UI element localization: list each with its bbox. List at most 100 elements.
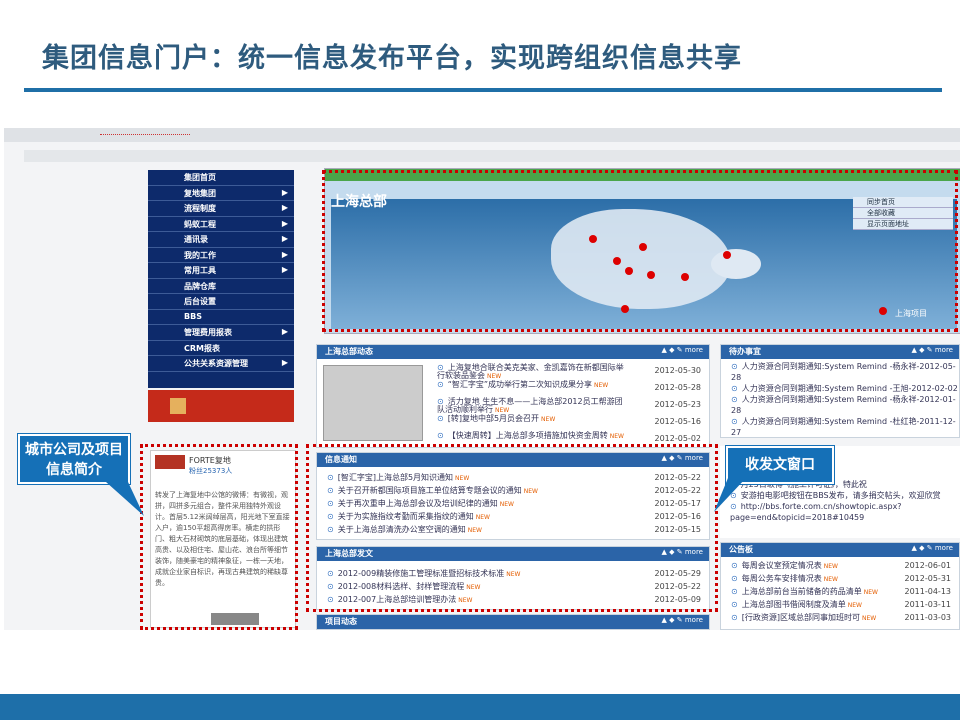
bullet-icon: ⊙ xyxy=(731,574,738,583)
sidebar-item[interactable]: 复地集团 ▶ xyxy=(148,186,294,201)
panel-title: 项目动态 xyxy=(325,617,357,626)
panel-dynamic: 上海总部动态 ▲ ◆ ✎ more ⊙ 上海复地合联合美克美家、金凯嘉饰在新都国际举… xyxy=(316,344,710,448)
red-banner-button[interactable] xyxy=(148,390,294,422)
sidebar-item[interactable]: BBS xyxy=(148,310,294,325)
list-item[interactable]: ⊙ 活力复地 生生不息——上海总部2012员工帮游团队活动顺利举行 NEW 2012-… xyxy=(427,397,709,414)
list-item[interactable]: ⊙ 上海总部前台当前储备的药品清单 NEW 2011-04-13 xyxy=(721,585,959,598)
bullet-icon: ⊙ xyxy=(731,384,738,393)
item-text: 活力复地 生生不息——上海总部2012员工帮游团队活动顺利举行 xyxy=(437,397,623,414)
bullet-icon: ⊙ xyxy=(731,362,738,371)
highlight-docs xyxy=(306,444,718,612)
list-item[interactable]: ⊙ [转]复地中部5月员会召开 NEW 2012-05-16 xyxy=(427,414,709,431)
sidebar-item[interactable]: 流程制度 ▶ xyxy=(148,201,294,217)
sidebar-item[interactable]: 常用工具 ▶ xyxy=(148,263,294,279)
item-date: 2011-04-13 xyxy=(900,585,951,598)
list-item[interactable]: ⊙ 每周会议室预定情况表 NEW 2012-06-01 xyxy=(721,559,959,572)
more-link[interactable]: ▲ ◆ ✎ more xyxy=(662,346,703,354)
second-band xyxy=(24,150,960,162)
logo-icon xyxy=(170,398,186,414)
sidebar-item[interactable]: 我的工作 ▶ xyxy=(148,248,294,263)
sidebar-item-label: 蚂蚁工程 xyxy=(184,219,216,229)
chevron-right-icon: ▶ xyxy=(281,265,288,274)
todo-list: ⊙ 人力资源合同到期通知:System Remind -杨永祥-2012-05-2… xyxy=(721,359,959,437)
chevron-right-icon: ▶ xyxy=(281,327,288,336)
new-badge-icon: NEW xyxy=(541,416,556,423)
list-item[interactable]: ⊙ 人力资源合同到期通知:System Remind -杨永祥-2012-01-2… xyxy=(721,394,959,416)
sidebar-nav: 集团首页 复地集团 ▶ 流程制度 ▶ 蚂蚁工程 ▶ 通讯录 ▶ 我的工作 ▶ 常用工具 ▶ 品牌仓库 后台设… xyxy=(148,170,294,388)
chevron-right-icon: ▶ xyxy=(281,358,288,367)
list-item[interactable]: ⊙ 每周公务车安排情况表 NEW 2012-05-31 xyxy=(721,572,959,585)
item-text: [行政资源]区域总部同事加班时可 xyxy=(741,613,860,622)
panel-todo: 待办事宜 ▲ ◆ ✎ more ⊙ 人力资源合同到期通知:System Remind… xyxy=(720,344,960,438)
sidebar-item-label: 管理费用报表 xyxy=(184,328,232,337)
new-badge-icon: NEW xyxy=(487,373,502,380)
list-item[interactable]: ⊙ [行政资源]区域总部同事加班时可 NEW 2011-03-03 xyxy=(721,611,959,624)
bullet-icon: ⊙ xyxy=(437,380,444,389)
list-item[interactable]: ⊙ 人力资源合同到期通知:System Remind -杜红艳-2011-12-2… xyxy=(721,416,959,437)
panel-header: 待办事宜 ▲ ◆ ✎ more xyxy=(721,345,959,359)
new-badge-icon: NEW xyxy=(863,589,878,596)
more-link[interactable]: ▲ ◆ ✎ more xyxy=(912,346,953,354)
new-badge-icon: NEW xyxy=(823,563,838,570)
chevron-right-icon: ▶ xyxy=(281,187,288,197)
sidebar-item[interactable]: 蚂蚁工程 ▶ xyxy=(148,217,294,232)
sidebar-item-label: 后台设置 xyxy=(184,297,216,306)
sidebar-item[interactable]: 集团首页 xyxy=(148,170,294,186)
item-text: 人力资源合同到期通知:System Remind -王旭-2012-02-02 xyxy=(741,384,958,393)
sidebar-item[interactable]: 后台设置 xyxy=(148,294,294,310)
item-text: 人力资源合同到期通知:System Remind -杨永祥-2012-01-28 xyxy=(731,395,956,415)
sidebar-item[interactable]: CRM报表 xyxy=(148,341,294,356)
item-date: 2011-03-03 xyxy=(900,611,951,624)
new-badge-icon: NEW xyxy=(847,602,862,609)
sidebar-item-label: 我的工作 xyxy=(184,250,216,260)
list-item[interactable]: ⊙ 人力资源合同到期通知:System Remind -王旭-2012-02-02 xyxy=(721,383,959,394)
item-text: 人力资源合同到期通知:System Remind -杨永祥-2012-05-28 xyxy=(731,362,956,382)
panel-title: 公告板 xyxy=(729,545,753,554)
list-item[interactable]: ⊙ “智汇字宝”成功举行第二次知识成果分享 NEW 2012-05-28 xyxy=(427,380,709,397)
bullet-icon: ⊙ xyxy=(731,587,738,596)
more-link[interactable]: ▲ ◆ ✎ more xyxy=(912,544,953,552)
sidebar-item[interactable]: 通讯录 ▶ xyxy=(148,232,294,248)
list-item[interactable]: ⊙ 上海总部图书借阅制度及清单 NEW 2011-03-11 xyxy=(721,598,959,611)
item-date: 2012-05-28 xyxy=(650,384,701,392)
sidebar-item-label: 集团首页 xyxy=(184,173,216,182)
sidebar-item-label: 公共关系资源管理 xyxy=(184,359,248,368)
sidebar-item-label: 品牌仓库 xyxy=(184,281,216,291)
list-item[interactable]: ⊙ http://bbs.forte.com.cn/showtopic.aspx?… xyxy=(720,501,960,523)
sidebar-item-label: BBS xyxy=(184,311,202,321)
list-item[interactable]: ⊙ 人力资源合同到期通知:System Remind -杨永祥-2012-05-2… xyxy=(721,361,959,383)
top-band xyxy=(4,128,960,142)
chevron-right-icon: ▶ xyxy=(281,203,288,212)
sidebar-item-label: 通讯录 xyxy=(184,235,208,244)
item-text: 【快速周转】上海总部多项措施加快资金周转 xyxy=(447,431,608,440)
callout-city-info: 城市公司及项目信息简介 xyxy=(18,434,130,484)
chevron-right-icon: ▶ xyxy=(281,234,288,243)
item-text: [转]复地中部5月员会召开 xyxy=(447,414,540,423)
sidebar-item[interactable]: 管理费用报表 ▶ xyxy=(148,325,294,341)
new-badge-icon: NEW xyxy=(594,382,609,389)
item-text: “智汇字宝”成功举行第二次知识成果分享 xyxy=(447,380,592,389)
item-date: 2012-05-31 xyxy=(900,572,951,585)
panel-title: 上海总部动态 xyxy=(325,347,373,356)
bullet-icon: ⊙ xyxy=(731,417,738,426)
panel-header: 上海总部动态 ▲ ◆ ✎ more xyxy=(317,345,709,359)
sidebar-item-label: 常用工具 xyxy=(184,266,216,275)
item-date: 2012-05-16 xyxy=(650,418,701,426)
bullet-icon: ⊙ xyxy=(437,414,444,423)
panel-title: 待办事宜 xyxy=(729,347,761,356)
title-rule xyxy=(24,88,942,92)
item-text: 上海总部图书借阅制度及清单 xyxy=(741,600,846,609)
new-badge-icon: NEW xyxy=(861,615,877,622)
sidebar-item[interactable]: 品牌仓库 xyxy=(148,279,294,294)
more-link[interactable]: ▲ ◆ ✎ more xyxy=(662,616,703,624)
sidebar-item[interactable]: 公共关系资源管理 ▶ xyxy=(148,356,294,372)
dynamic-list: ⊙ 上海复地合联合美克美家、金凯嘉饰在新都国际举行软装品鉴会 NEW 2012-05-… xyxy=(427,363,709,447)
slide-title: 集团信息门户：统一信息发布平台，实现跨组织信息共享 xyxy=(42,43,742,74)
news-image[interactable] xyxy=(323,365,423,441)
bullet-icon: ⊙ xyxy=(731,561,738,570)
list-item[interactable]: ⊙ 上海复地合联合美克美家、金凯嘉饰在新都国际举行软装品鉴会 NEW 2012-05-… xyxy=(427,363,709,380)
callout-left-tail xyxy=(106,482,144,516)
item-text: 安游拍电影吧按钮在BBS发布，请多捐交帖头，欢迎欣赏 xyxy=(740,491,941,500)
list-item[interactable]: ⊙ 安游拍电影吧按钮在BBS发布，请多捐交帖头，欢迎欣赏 xyxy=(720,490,960,501)
chevron-right-icon: ▶ xyxy=(281,218,288,228)
